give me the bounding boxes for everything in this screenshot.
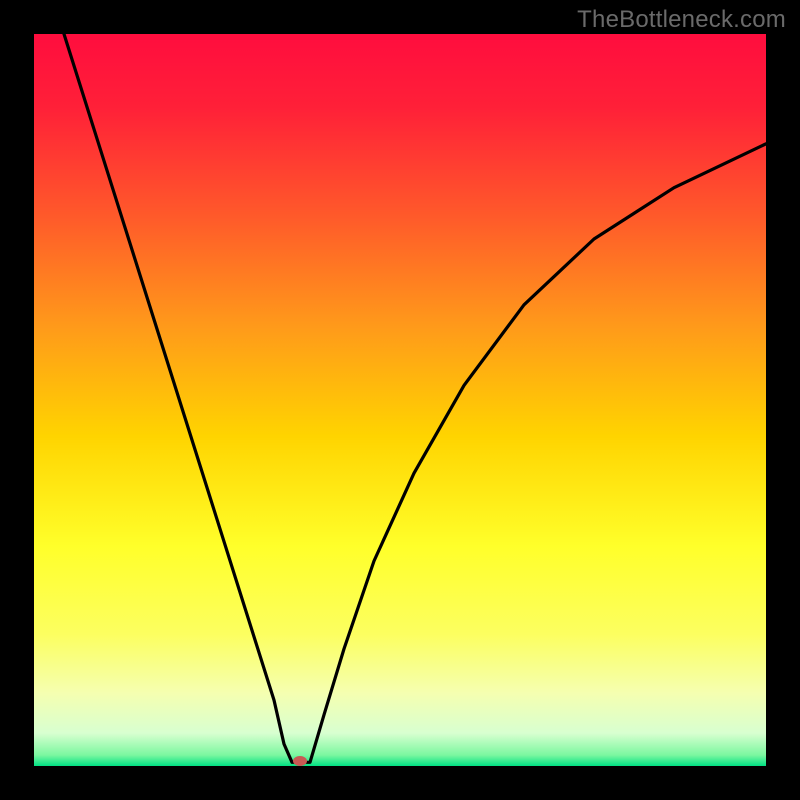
plot-area	[34, 34, 766, 766]
bottleneck-curve	[34, 34, 766, 766]
optimal-point-marker	[293, 756, 307, 766]
chart-frame: TheBottleneck.com	[0, 0, 800, 800]
watermark-text: TheBottleneck.com	[577, 6, 786, 34]
